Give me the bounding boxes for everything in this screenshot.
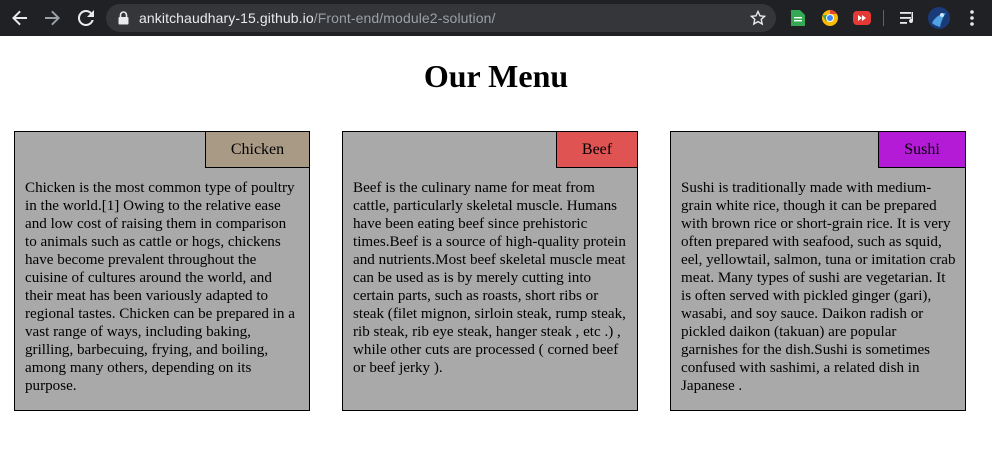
- bookmark-star-icon[interactable]: [749, 9, 767, 31]
- url-path: /Front-end/module2-solution/: [313, 10, 496, 26]
- lock-icon: [118, 11, 129, 30]
- menu-card-beef: Beef Beef is the culinary name for meat …: [342, 131, 638, 411]
- menu-card-chicken: Chicken Chicken is the most common type …: [14, 131, 310, 411]
- forward-arrow-icon[interactable]: [40, 6, 64, 30]
- back-arrow-icon[interactable]: [8, 6, 32, 30]
- profile-avatar[interactable]: [928, 7, 950, 29]
- video-extension-icon[interactable]: [852, 8, 872, 28]
- docs-extension-icon[interactable]: [788, 8, 808, 28]
- card-description-chicken: Chicken is the most common type of poult…: [25, 180, 295, 394]
- browser-toolbar: ankitchaudhary-15.github.io/Front-end/mo…: [0, 0, 992, 36]
- url-host: ankitchaudhary-15.github.io: [139, 10, 314, 26]
- media-queue-icon[interactable]: [898, 8, 918, 28]
- card-tag-beef: Beef: [556, 131, 638, 168]
- toolbar-separator: [883, 10, 884, 26]
- card-description-beef: Beef is the culinary name for meat from …: [353, 180, 626, 376]
- card-tag-sushi: Sushi: [878, 131, 966, 168]
- page-title: Our Menu: [423, 58, 569, 94]
- card-description-sushi: Sushi is traditionally made with medium-…: [681, 180, 956, 394]
- address-bar[interactable]: ankitchaudhary-15.github.io/Front-end/mo…: [106, 4, 776, 32]
- card-tag-chicken: Chicken: [205, 131, 310, 168]
- reload-icon[interactable]: [74, 6, 98, 30]
- url-text: ankitchaudhary-15.github.io/Front-end/mo…: [139, 10, 496, 26]
- chrome-extension-icon[interactable]: [820, 8, 840, 28]
- more-menu-icon[interactable]: [962, 8, 982, 28]
- menu-card-sushi: Sushi Sushi is traditionally made with m…: [670, 131, 966, 411]
